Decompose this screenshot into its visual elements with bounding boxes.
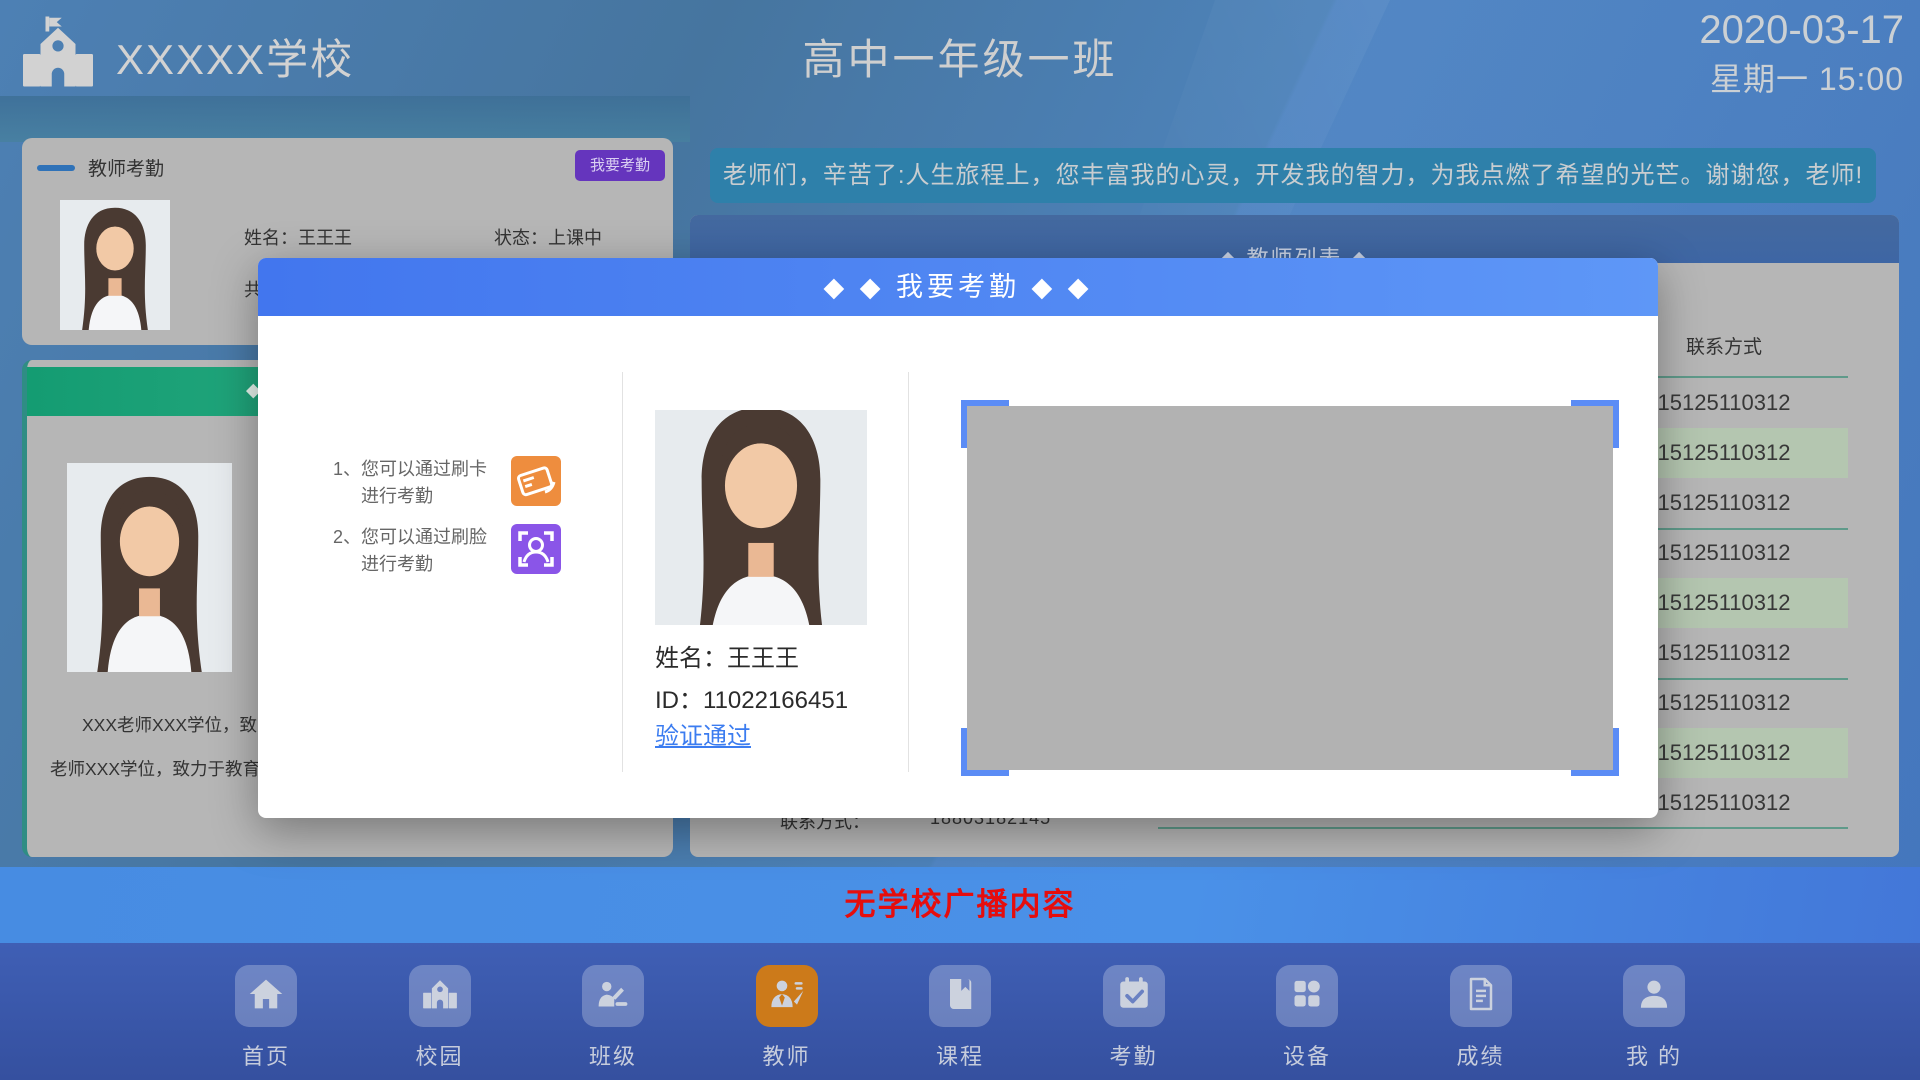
- nav-item-label: 班级: [589, 1039, 637, 1071]
- title-dash-decoration: [37, 165, 75, 171]
- nav-item-profile[interactable]: 我 的: [1588, 965, 1720, 1071]
- instruction-number: 2、: [333, 524, 361, 551]
- nav-item-label: 考勤: [1109, 1039, 1157, 1071]
- profile-icon: [1634, 974, 1674, 1019]
- teacher-status-row: 状态：上课中: [494, 224, 602, 250]
- nav-item-home[interactable]: 首页: [200, 965, 332, 1071]
- instruction-text: 您可以通过刷卡 进行考勤: [361, 456, 493, 510]
- nav-item-label: 教师: [762, 1039, 810, 1071]
- teacher-photo: [60, 200, 170, 330]
- status-label: 状态：: [494, 228, 548, 248]
- instruction-number: 1、: [333, 456, 361, 483]
- camera-bracket-bottom-right: [1571, 728, 1619, 776]
- nav-item-label: 课程: [936, 1039, 984, 1071]
- nav-item-label: 校园: [415, 1039, 463, 1071]
- modal-name-row: 姓名：王王王: [655, 638, 799, 673]
- nav-item-label: 首页: [242, 1039, 290, 1071]
- nav-item-label: 设备: [1283, 1039, 1331, 1071]
- teacher-name-row: 姓名：王王王: [244, 224, 352, 250]
- instruction-item-1: 1、 您可以通过刷卡 进行考勤: [333, 456, 633, 510]
- nav-item-attendance[interactable]: 考勤: [1068, 965, 1200, 1071]
- camera-viewport: [967, 406, 1613, 770]
- nav-item-device[interactable]: 设备: [1241, 965, 1373, 1071]
- bottom-nav: 首页 校园 班级 教师 课程 考勤 设备 成绩 我 的: [0, 943, 1920, 1080]
- motto-banner: 老师们，辛苦了:人生旅程上，您丰富我的心灵，开发我的智力，为我点燃了希望的光芒。…: [710, 148, 1876, 203]
- modal-teacher-photo: [655, 410, 867, 625]
- score-icon: [1461, 974, 1501, 1019]
- profile-bio-line1: XXX老师XXX学位，致: [82, 712, 257, 737]
- status-value: 上课中: [548, 228, 602, 248]
- course-icon: [940, 974, 980, 1019]
- modal-id-row: ID：11022166451: [655, 680, 848, 715]
- attendance-icon: [1114, 974, 1154, 1019]
- device-icon: [1287, 974, 1327, 1019]
- face-scan-icon: [511, 524, 561, 574]
- home-icon: [246, 974, 286, 1019]
- nav-item-label: 成绩: [1456, 1039, 1504, 1071]
- nav-item-teacher[interactable]: 教师: [721, 965, 853, 1071]
- motto-text: 老师们，辛苦了:人生旅程上，您丰富我的心灵，开发我的智力，为我点燃了希望的光芒。…: [710, 148, 1876, 203]
- header-weekday-time: 星期一 15:00: [1710, 54, 1904, 100]
- bg-top-band: [0, 96, 690, 142]
- teacher-icon: [767, 974, 807, 1019]
- nav-item-course[interactable]: 课程: [894, 965, 1026, 1071]
- broadcast-text: 无学校广播内容: [0, 867, 1920, 943]
- verify-status-link[interactable]: 验证通过: [655, 716, 751, 751]
- modal-divider-left: [622, 372, 623, 772]
- profile-bio-line2: 老师XXX学位，致力于教育: [50, 756, 260, 781]
- campus-icon: [420, 974, 460, 1019]
- instruction-text: 您可以通过刷脸 进行考勤: [361, 524, 493, 578]
- name-value: 王王王: [298, 228, 352, 248]
- header-date: 2020-03-17: [1699, 8, 1904, 53]
- app-screen: XXXXX学校 高中一年级一班 2020-03-17 星期一 15:00 教师考…: [0, 0, 1920, 1080]
- profile-photo: [67, 463, 232, 672]
- modal-header: ◆ ◆ 我要考勤 ◆ ◆: [258, 258, 1658, 316]
- nav-item-score[interactable]: 成绩: [1415, 965, 1547, 1071]
- teacher-list-header: ◆ 教师列表 ◆: [690, 215, 1899, 263]
- nav-item-campus[interactable]: 校园: [374, 965, 506, 1071]
- attendance-modal: ◆ ◆ 我要考勤 ◆ ◆ 1、 您可以通过刷卡 进行考勤 2、: [258, 258, 1658, 818]
- card-swipe-icon: [511, 456, 561, 506]
- check-in-button[interactable]: 我要考勤: [575, 150, 665, 181]
- camera-bracket-top-right: [1571, 400, 1619, 448]
- nav-item-class[interactable]: 班级: [547, 965, 679, 1071]
- instruction-item-2: 2、 您可以通过刷脸 进行考勤: [333, 524, 633, 578]
- modal-divider-right: [908, 372, 909, 772]
- camera-bracket-top-left: [961, 400, 1009, 448]
- panel-title: 教师考勤: [88, 154, 164, 181]
- nav-item-label: 我 的: [1626, 1039, 1682, 1071]
- table-bottom-line: [1158, 827, 1848, 829]
- broadcast-bar: 无学校广播内容: [0, 867, 1920, 943]
- class-icon: [593, 974, 633, 1019]
- modal-title: ◆ ◆ 我要考勤 ◆ ◆: [258, 258, 1658, 316]
- class-name-title: 高中一年级一班: [0, 26, 1920, 87]
- camera-bracket-bottom-left: [961, 728, 1009, 776]
- name-label: 姓名：: [244, 228, 298, 248]
